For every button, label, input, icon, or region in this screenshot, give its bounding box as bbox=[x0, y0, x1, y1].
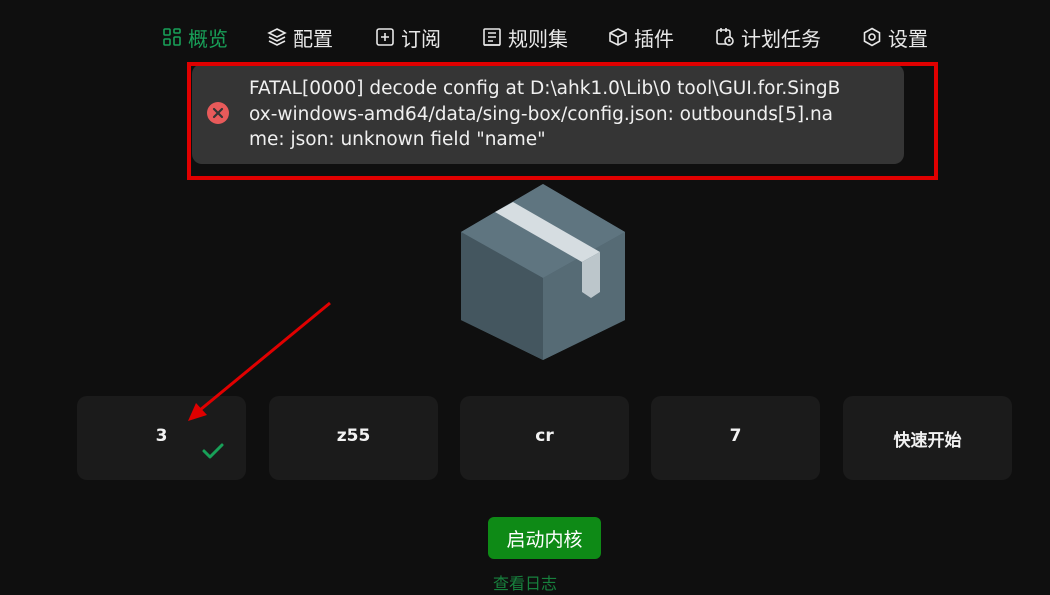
profile-card-label: z55 bbox=[336, 426, 371, 446]
ruleset-icon bbox=[483, 28, 501, 46]
check-icon bbox=[202, 443, 224, 459]
view-logs-link[interactable]: 查看日志 bbox=[0, 570, 1050, 594]
layers-icon bbox=[267, 28, 287, 46]
nav-label: 计划任务 bbox=[741, 26, 821, 51]
profile-card-label: cr bbox=[535, 426, 554, 446]
profile-card-3[interactable]: 3 bbox=[77, 396, 246, 480]
cube-icon bbox=[609, 28, 627, 46]
error-circle-icon bbox=[207, 102, 229, 124]
nav-label: 配置 bbox=[293, 26, 333, 51]
error-toast: FATAL[0000] decode config at D:\ahk1.0\L… bbox=[192, 64, 904, 164]
error-message: FATAL[0000] decode config at D:\ahk1.0\L… bbox=[249, 76, 869, 153]
profile-card-label: 7 bbox=[729, 426, 742, 446]
nav-item-settings[interactable]: 设置 bbox=[862, 22, 928, 52]
nav-label: 设置 bbox=[888, 26, 928, 51]
error-message-line: FATAL[0000] decode config at D:\ahk1.0\L… bbox=[249, 78, 841, 99]
nav-label: 规则集 bbox=[508, 26, 568, 51]
error-message-line: me: json: unknown field "name" bbox=[249, 129, 546, 150]
nav-item-plugins[interactable]: 插件 bbox=[608, 22, 674, 52]
package-box-icon bbox=[461, 184, 625, 360]
error-message-line: ox-windows-amd64/data/sing-box/config.js… bbox=[249, 103, 834, 125]
nav-item-subscriptions[interactable]: 订阅 bbox=[375, 22, 441, 52]
profile-card-7[interactable]: 7 bbox=[651, 396, 820, 480]
profile-card-label: 快速开始 bbox=[893, 431, 962, 451]
profile-card-z55[interactable]: z55 bbox=[269, 396, 438, 480]
nav-label: 概览 bbox=[188, 26, 228, 51]
nav-item-rulesets[interactable]: 规则集 bbox=[482, 22, 568, 52]
calendar-clock-icon bbox=[716, 28, 734, 46]
nav-item-profiles[interactable]: 配置 bbox=[267, 22, 333, 52]
top-nav: 概览 配置 订阅 规则集 插件 计划任务 设置 bbox=[0, 22, 1050, 52]
plus-square-icon bbox=[376, 28, 394, 46]
profile-card-cr[interactable]: cr bbox=[460, 396, 629, 480]
quick-start-card[interactable]: 快速开始 bbox=[843, 396, 1012, 480]
nav-item-scheduled-tasks[interactable]: 计划任务 bbox=[715, 22, 821, 52]
settings-icon bbox=[863, 27, 881, 47]
dashboard-icon bbox=[163, 28, 181, 46]
start-kernel-button[interactable]: 启动内核 bbox=[488, 517, 601, 559]
nav-item-overview[interactable]: 概览 bbox=[162, 22, 228, 52]
nav-label: 插件 bbox=[634, 26, 674, 51]
nav-label: 订阅 bbox=[401, 26, 441, 51]
